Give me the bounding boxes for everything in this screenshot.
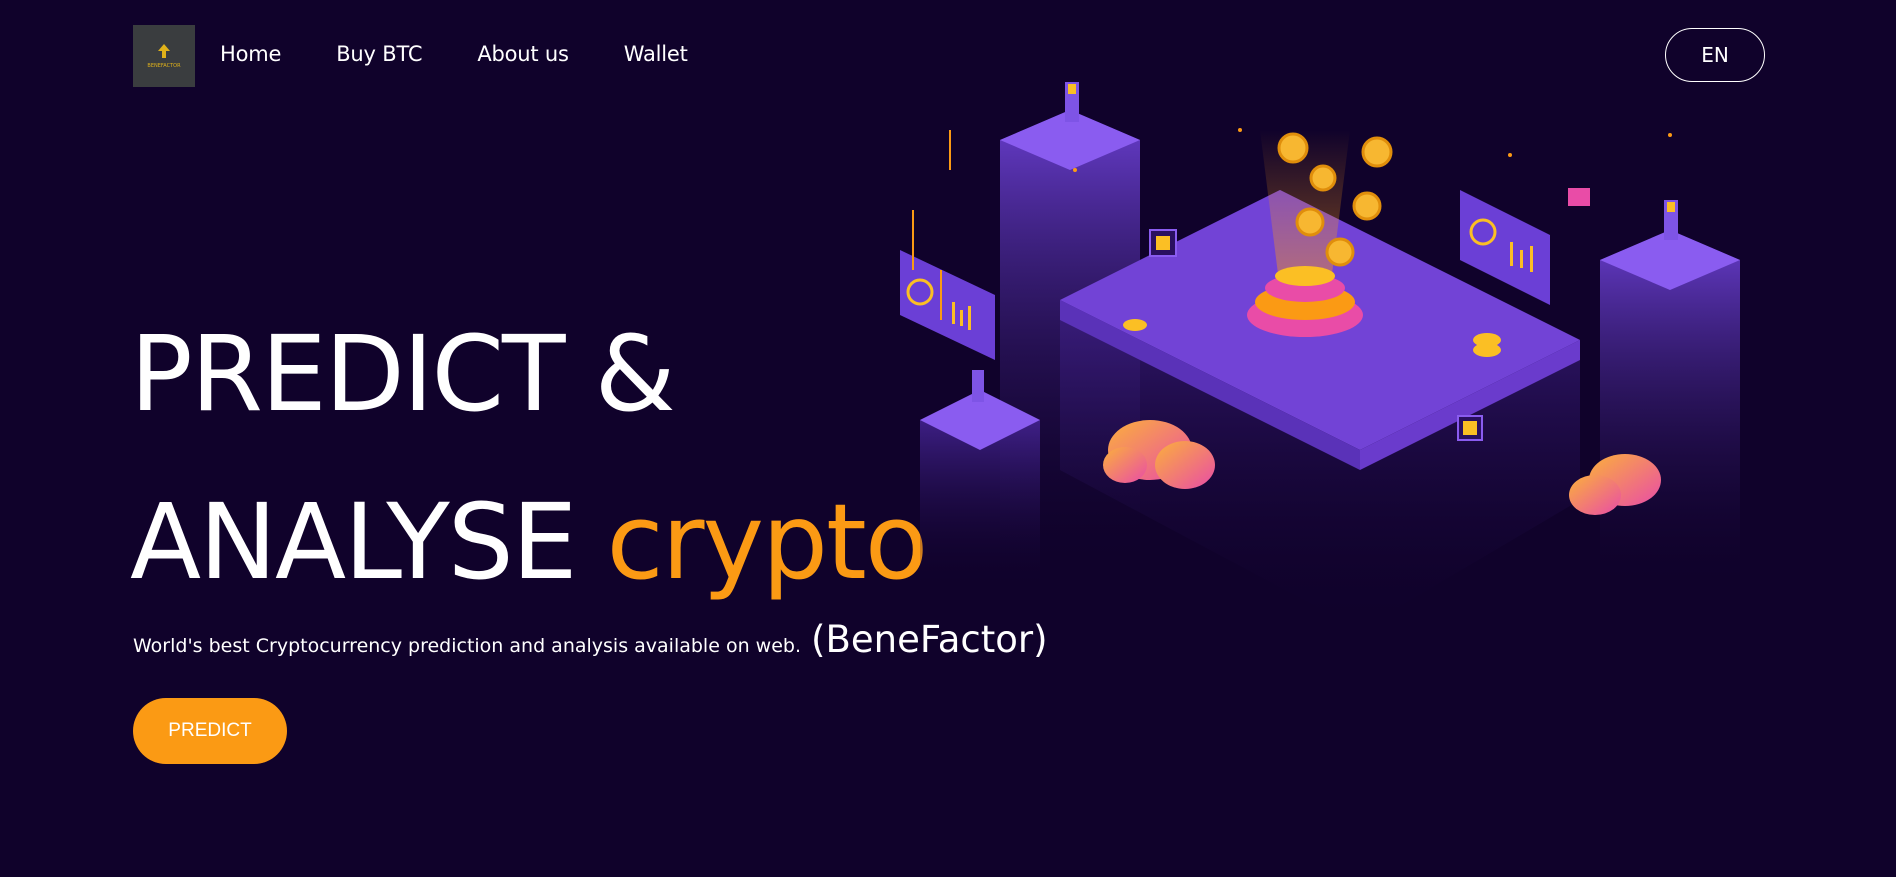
logo-text: BENEFACTOR [147, 63, 181, 69]
nav-buy-btc[interactable]: Buy BTC [336, 42, 422, 66]
hero-accent-word: crypto [606, 481, 929, 603]
logo[interactable]: BENEFACTOR [133, 25, 195, 87]
predict-button[interactable]: PREDICT [133, 698, 287, 764]
logo-icon: BENEFACTOR [147, 44, 181, 69]
nav-links: Home Buy BTC About us Wallet [220, 42, 688, 66]
nav-about-us[interactable]: About us [477, 42, 569, 66]
nav-home[interactable]: Home [220, 42, 281, 66]
hero-line-2: ANALYSE [130, 481, 577, 603]
hero-line-1: PREDICT & [130, 313, 676, 435]
chart-panel-left [900, 250, 995, 360]
nav-wallet[interactable]: Wallet [624, 42, 688, 66]
tower-right-tall [1600, 200, 1740, 590]
subtitle-text: World's best Cryptocurrency prediction a… [133, 635, 801, 657]
hero-title: PREDICT & ANALYSE crypto [130, 290, 929, 626]
isometric-city-illustration [900, 82, 1740, 630]
